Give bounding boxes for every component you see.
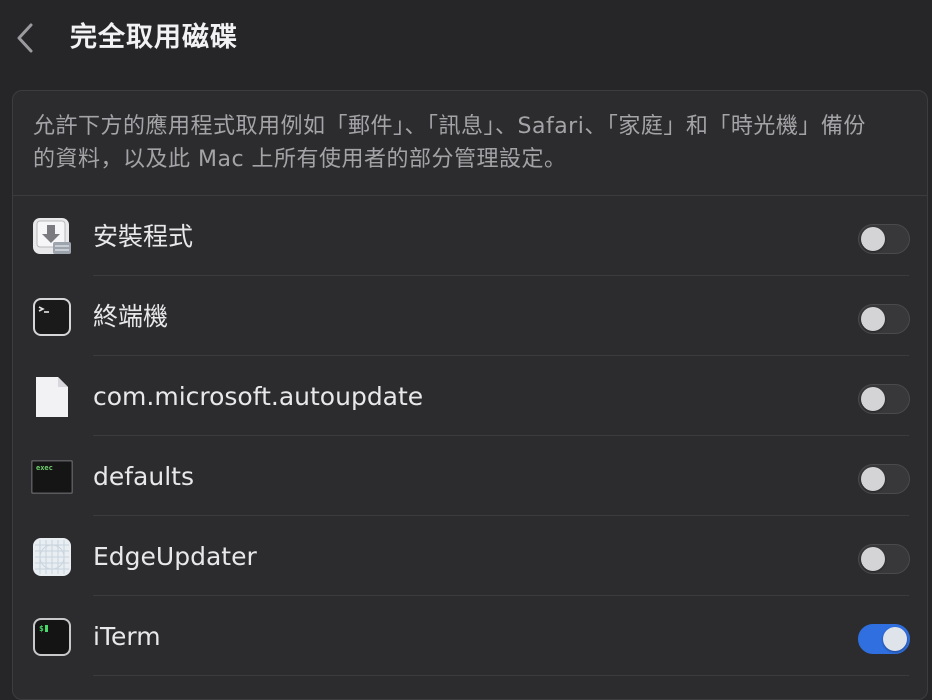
header: 完全取用磁碟 bbox=[0, 0, 932, 76]
app-row-installer: 安裝程式 bbox=[13, 196, 927, 276]
app-row-iterm: $ iTerm bbox=[13, 596, 927, 676]
terminal-icon bbox=[31, 296, 73, 338]
app-row-edgeupdater: EdgeUpdater bbox=[13, 516, 927, 596]
toggle-knob bbox=[861, 467, 885, 491]
app-name: iTerm bbox=[93, 622, 161, 651]
installer-toggle[interactable] bbox=[858, 224, 910, 254]
app-row-microsoft-autoupdate: com.microsoft.autoupdate bbox=[13, 356, 927, 436]
document-icon bbox=[31, 376, 73, 418]
full-disk-access-panel: 允許下方的應用程式取用例如「郵件」、「訊息」、Safari、「家庭」和「時光機」… bbox=[12, 90, 928, 700]
toggle-knob bbox=[861, 387, 885, 411]
app-name: EdgeUpdater bbox=[93, 542, 257, 571]
iterm-icon: $ bbox=[31, 616, 73, 658]
chevron-left-icon bbox=[17, 23, 33, 53]
app-name: 安裝程式 bbox=[93, 222, 194, 251]
app-name: 終端機 bbox=[93, 302, 169, 331]
installer-icon bbox=[31, 216, 73, 258]
svg-text:$: $ bbox=[39, 624, 44, 633]
toggle-knob bbox=[883, 627, 907, 651]
svg-text:exec: exec bbox=[36, 464, 53, 472]
exec-icon: exec bbox=[31, 456, 73, 498]
terminal-toggle[interactable] bbox=[858, 304, 910, 334]
app-name: defaults bbox=[93, 462, 194, 491]
app-row-terminal: 終端機 bbox=[13, 276, 927, 356]
iterm-toggle[interactable] bbox=[858, 624, 910, 654]
edgeupdater-toggle[interactable] bbox=[858, 544, 910, 574]
toggle-knob bbox=[861, 227, 885, 251]
defaults-toggle[interactable] bbox=[858, 464, 910, 494]
app-name: com.microsoft.autoupdate bbox=[93, 382, 424, 411]
description-text: 允許下方的應用程式取用例如「郵件」、「訊息」、Safari、「家庭」和「時光機」… bbox=[33, 114, 866, 172]
microsoft-autoupdate-toggle[interactable] bbox=[858, 384, 910, 414]
back-button[interactable] bbox=[10, 20, 40, 56]
toggle-knob bbox=[861, 307, 885, 331]
edgeupdater-icon bbox=[31, 536, 73, 578]
divider bbox=[93, 675, 909, 676]
toggle-knob bbox=[861, 547, 885, 571]
app-row-defaults: exec defaults bbox=[13, 436, 927, 516]
page-title: 完全取用磁碟 bbox=[70, 22, 238, 53]
